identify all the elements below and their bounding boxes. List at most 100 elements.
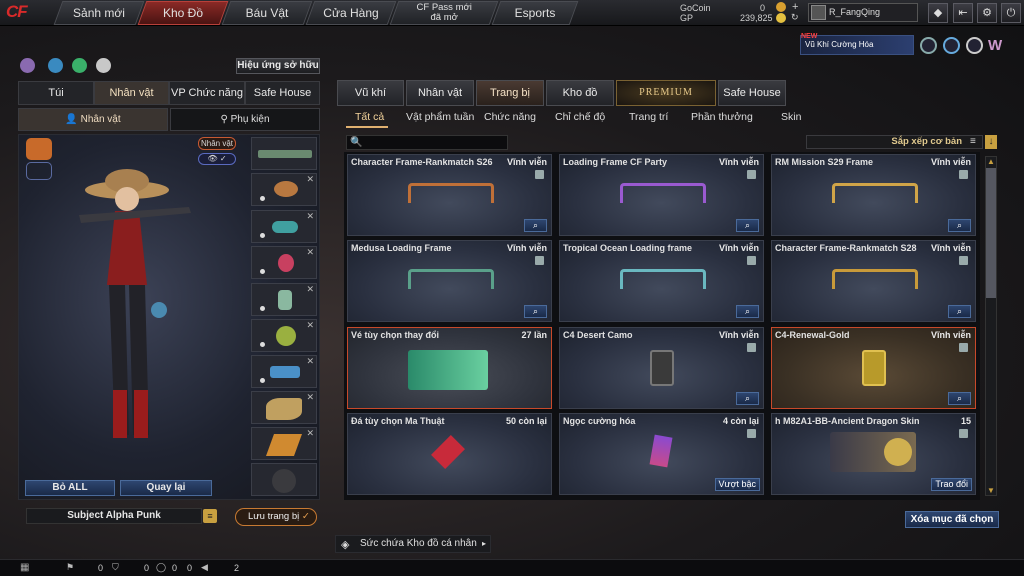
- slot-accessory[interactable]: ✕: [251, 391, 317, 424]
- slot-accessory[interactable]: ✕: [251, 427, 317, 460]
- tab-bag[interactable]: Túi: [18, 81, 94, 105]
- slot-accessory[interactable]: ✕: [251, 283, 317, 316]
- nav-tab-cf-pass[interactable]: CF Pass mới đã mở: [389, 1, 499, 25]
- gear-icon[interactable]: ⚙: [977, 3, 997, 23]
- filter-skin[interactable]: Skin: [781, 111, 801, 123]
- visibility-toggle[interactable]: 👁 ✓: [198, 153, 236, 165]
- back-button[interactable]: Quay lại: [120, 480, 212, 496]
- tab-safe-house-right[interactable]: Safe House: [718, 80, 786, 106]
- item-card[interactable]: Đá tùy chọn Ma Thuật 50 còn lại: [347, 413, 552, 495]
- character-badge[interactable]: Nhân vật: [198, 137, 236, 150]
- search-input[interactable]: 🔍: [346, 135, 508, 150]
- filter-decoration[interactable]: Trang trí: [629, 111, 668, 123]
- storage-capacity-button[interactable]: Sức chứa Kho đồ cá nhân ▸: [335, 535, 491, 553]
- magnify-icon[interactable]: ⌕: [736, 219, 759, 232]
- grid-icon[interactable]: ▦: [20, 562, 29, 573]
- rank-badge-icon[interactable]: ◆: [928, 3, 948, 23]
- item-card[interactable]: Ngọc cường hóa 4 còn lại Vượt bậc: [559, 413, 764, 495]
- trash-icon[interactable]: [959, 343, 968, 352]
- trash-icon[interactable]: [959, 256, 968, 265]
- tab-function-items[interactable]: VP Chức năng: [169, 81, 245, 105]
- item-card-selected[interactable]: Vé tùy chọn thay đổi 27 lần: [347, 327, 552, 409]
- trash-icon[interactable]: [959, 170, 968, 179]
- trash-icon[interactable]: [747, 343, 756, 352]
- subtab-character[interactable]: 👤 Nhân vật: [18, 108, 168, 131]
- trash-icon[interactable]: [747, 429, 756, 438]
- filter-weekly[interactable]: Vật phẩm tuần: [406, 111, 474, 123]
- remove-icon[interactable]: ✕: [306, 211, 314, 222]
- nav-tab-esports[interactable]: Esports: [491, 1, 579, 25]
- slot-accessory[interactable]: ✕: [251, 319, 317, 352]
- filter-all[interactable]: Tất cả: [355, 111, 384, 123]
- tab-equipment[interactable]: Trang bị: [476, 80, 544, 106]
- subtab-accessory[interactable]: ⚲ Phụ kiện: [170, 108, 320, 131]
- nav-tab-inventory[interactable]: Kho Đồ: [137, 1, 229, 25]
- remove-icon[interactable]: ✕: [306, 247, 314, 258]
- refresh-icon[interactable]: ↻: [791, 12, 799, 23]
- magnify-icon[interactable]: ⌕: [948, 392, 971, 405]
- scrollbar-thumb[interactable]: [986, 168, 996, 298]
- mask-icon[interactable]: [26, 162, 52, 180]
- tab-character[interactable]: Nhân vật: [94, 81, 169, 105]
- speaker-icon[interactable]: ◀: [201, 562, 208, 573]
- exchange-button[interactable]: Trao đổi: [931, 478, 972, 491]
- list-view-icon[interactable]: ≡: [970, 136, 982, 148]
- slot-weapon[interactable]: [251, 137, 317, 170]
- remove-icon[interactable]: ✕: [306, 320, 314, 331]
- remove-icon[interactable]: ✕: [306, 284, 314, 295]
- delete-selected-button[interactable]: Xóa mục đã chọn: [905, 511, 999, 528]
- tab-characters[interactable]: Nhân vật: [406, 80, 474, 106]
- item-card[interactable]: Character Frame-Rankmatch S26 Vĩnh viễn …: [347, 154, 552, 236]
- tab-safe-house[interactable]: Safe House: [245, 81, 320, 105]
- slot-empty[interactable]: [251, 463, 317, 496]
- save-equipment-button[interactable]: Lưu trang bị ✓: [235, 508, 317, 526]
- upgrade-button[interactable]: Vượt bậc: [714, 478, 760, 491]
- remove-icon[interactable]: ✕: [306, 428, 314, 439]
- remove-icon[interactable]: ✕: [306, 392, 314, 403]
- item-card[interactable]: Tropical Ocean Loading frame Vĩnh viễn ⌕: [559, 240, 764, 322]
- trash-icon[interactable]: [959, 429, 968, 438]
- nav-tab-shop[interactable]: Cửa Hàng: [305, 1, 397, 25]
- sort-order-icon[interactable]: ↓: [985, 135, 997, 149]
- slot-accessory[interactable]: ✕: [251, 246, 317, 279]
- item-card[interactable]: RM Mission S29 Frame Vĩnh viễn ⌕: [771, 154, 976, 236]
- magnify-icon[interactable]: ⌕: [736, 392, 759, 405]
- remove-icon[interactable]: ✕: [306, 174, 314, 185]
- sort-dropdown[interactable]: Sắp xếp cơ bản: [806, 135, 983, 149]
- power-icon[interactable]: ⏻: [1001, 3, 1021, 23]
- trash-icon[interactable]: [747, 256, 756, 265]
- gift-icon[interactable]: [20, 58, 35, 73]
- slot-accessory[interactable]: ✕: [251, 210, 317, 243]
- item-card[interactable]: Character Frame-Rankmatch S28 Vĩnh viễn …: [771, 240, 976, 322]
- cf-logo[interactable]: CF: [6, 2, 52, 24]
- magnify-icon[interactable]: ⌕: [524, 305, 547, 318]
- exit-icon[interactable]: ⇤: [953, 3, 973, 23]
- item-card[interactable]: C4-Renewal-Gold Vĩnh viễn ⌕: [771, 327, 976, 409]
- nav-tab-lobby[interactable]: Sảnh mới: [53, 1, 145, 25]
- item-card[interactable]: Loading Frame CF Party Vĩnh viễn ⌕: [559, 154, 764, 236]
- tab-premium[interactable]: PREMIUM: [616, 80, 716, 106]
- item-card[interactable]: Medusa Loading Frame Vĩnh viễn ⌕: [347, 240, 552, 322]
- slot-accessory[interactable]: ✕: [251, 355, 317, 388]
- filter-function[interactable]: Chức năng: [484, 111, 536, 123]
- scroll-down-icon[interactable]: ▼: [987, 486, 995, 495]
- magnify-icon[interactable]: ⌕: [524, 219, 547, 232]
- item-card[interactable]: C4 Desert Camo Vĩnh viễn ⌕: [559, 327, 764, 409]
- character-type-icon[interactable]: [26, 138, 52, 160]
- trash-icon[interactable]: [747, 170, 756, 179]
- slot-accessory[interactable]: ✕: [251, 173, 317, 206]
- filter-rewards[interactable]: Phần thưởng: [691, 111, 753, 123]
- item-card[interactable]: h M82A1-BB-Ancient Dragon Skin 15 Trao đ…: [771, 413, 976, 495]
- vip-icon[interactable]: W: [988, 37, 1008, 54]
- reset-icon[interactable]: [72, 58, 87, 73]
- scroll-up-icon[interactable]: ▲: [987, 157, 995, 166]
- tab-storage[interactable]: Kho đồ: [546, 80, 614, 106]
- ownership-effect-button[interactable]: Hiệu ứng sở hữu: [236, 58, 320, 74]
- settings-badge-icon[interactable]: [966, 37, 983, 54]
- list-icon[interactable]: ≡: [203, 509, 217, 523]
- rank-icon[interactable]: [920, 37, 937, 54]
- magnify-icon[interactable]: ⌕: [948, 219, 971, 232]
- clan-icon[interactable]: [943, 37, 960, 54]
- remove-icon[interactable]: ✕: [306, 356, 314, 367]
- filter-mode-only[interactable]: Chỉ chế độ: [555, 111, 605, 123]
